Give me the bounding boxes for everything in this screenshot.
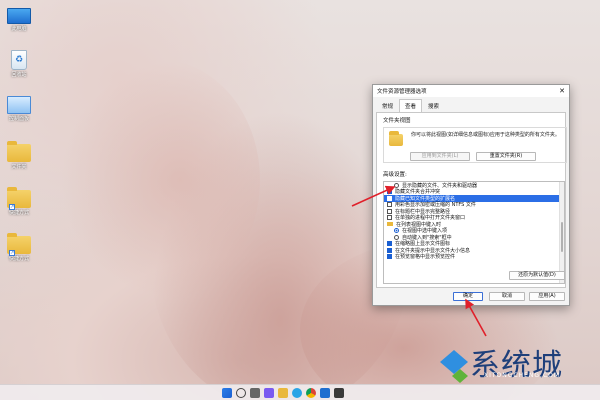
desktop-icon-label: 控制面板: [8, 116, 29, 122]
widgets-icon[interactable]: [264, 388, 274, 398]
logo-diamond-icon: [440, 350, 468, 374]
folder-shortcut-icon: ↗: [7, 187, 31, 210]
apply-to-folders-button[interactable]: 应用到文件夹(L): [410, 152, 470, 161]
checkbox[interactable]: [387, 202, 392, 208]
dialog-title: 文件资源管理器选项: [377, 89, 427, 95]
file-explorer-icon[interactable]: [278, 388, 288, 398]
task-view-icon[interactable]: [250, 388, 260, 398]
desktop-icon-recycle-bin[interactable]: ♻ 回收站: [2, 50, 36, 78]
tab-general[interactable]: 常规: [376, 99, 399, 112]
shortcut-arrow-icon: ↗: [9, 204, 15, 210]
folder-icon: [7, 141, 31, 162]
cancel-button[interactable]: 取消: [489, 292, 525, 301]
close-icon[interactable]: ✕: [555, 87, 569, 95]
desktop-icon-label: 文件夹: [11, 164, 27, 170]
advanced-settings-label: 高级设置:: [383, 172, 407, 178]
radio-button[interactable]: [394, 228, 399, 234]
checkbox[interactable]: [387, 247, 392, 253]
desktop-icon-this-pc[interactable]: 此电脑: [2, 6, 36, 32]
radio-button[interactable]: [394, 234, 399, 240]
radio-button[interactable]: [394, 182, 399, 188]
shortcut-arrow-icon: ↗: [9, 250, 15, 256]
apply-button[interactable]: 应用(A): [529, 292, 565, 301]
advanced-setting-label: 在预览窗格中显示预览控件: [395, 254, 456, 261]
recycle-bin-icon: ♻: [11, 50, 27, 70]
folder-view-group-label: 文件夹视图: [383, 118, 411, 124]
restore-defaults-button[interactable]: 还原为默认值(D): [509, 271, 565, 280]
folder-view-group: 你可以将此视图(如详细信息或图标)应用于这种类型的所有文件夹。 应用到文件夹(L…: [383, 127, 567, 163]
settings-icon[interactable]: [334, 388, 344, 398]
tab-search[interactable]: 搜索: [422, 99, 445, 112]
tab-view[interactable]: 查看: [399, 99, 423, 112]
scrollbar-thumb[interactable]: [561, 222, 563, 252]
desktop-icon-label: 快捷方式: [8, 210, 29, 216]
desktop-icon-control-panel[interactable]: 控制面板: [2, 96, 36, 122]
view-tab-panel: 文件夹视图 你可以将此视图(如详细信息或图标)应用于这种类型的所有文件夹。 应用…: [376, 112, 567, 288]
chrome-icon[interactable]: [306, 388, 316, 398]
advanced-setting-row[interactable]: 在预览窗格中显示预览控件: [384, 254, 564, 261]
desktop-icon-folder-shortcut-2[interactable]: ↗ 快捷方式: [2, 233, 36, 262]
search-icon[interactable]: [236, 388, 246, 398]
desktop-icon-label: 此电脑: [11, 26, 27, 32]
desktop-icon-folder-shortcut-1[interactable]: ↗ 快捷方式: [2, 187, 36, 216]
desktop-icon-label: 回收站: [11, 72, 27, 78]
start-icon[interactable]: [222, 388, 232, 398]
edge-icon[interactable]: [292, 388, 302, 398]
store-icon[interactable]: [320, 388, 330, 398]
advanced-settings-list[interactable]: 显示隐藏的文件、文件夹和驱动器 隐藏文件夹合并冲突 隐藏已知文件类型的扩展名 用彩色显…: [383, 181, 565, 284]
desktop-icon-folder[interactable]: 文件夹: [2, 141, 36, 170]
checkbox[interactable]: [387, 195, 392, 201]
scrollbar[interactable]: [559, 182, 564, 283]
desktop-icon-label: 快捷方式: [8, 256, 29, 262]
checkbox[interactable]: [387, 189, 392, 195]
control-panel-icon: [7, 96, 31, 114]
checkbox[interactable]: [387, 215, 392, 221]
watermark-url: XITONGCHENG.COM: [484, 372, 561, 379]
checkbox[interactable]: [387, 241, 392, 247]
taskbar: [0, 384, 600, 400]
dialog-titlebar[interactable]: 文件资源管理器选项 ✕: [373, 85, 569, 97]
folder-options-dialog: 文件资源管理器选项 ✕ 常规 查看 搜索 文件夹视图 你可以将此视图(如详细信息…: [372, 84, 570, 306]
ok-button[interactable]: 确定: [453, 292, 483, 301]
reset-folders-button[interactable]: 重置文件夹(R): [476, 152, 536, 161]
computer-icon: [7, 8, 31, 24]
dialog-tabs: 常规 查看 搜索: [373, 97, 569, 112]
folder-icon: [387, 222, 393, 227]
checkbox[interactable]: [387, 254, 392, 260]
folder-icon: [389, 131, 403, 146]
folder-shortcut-icon: ↗: [7, 233, 31, 256]
checkbox[interactable]: [387, 208, 392, 214]
folder-view-description: 你可以将此视图(如详细信息或图标)应用于这种类型的所有文件夹。: [411, 132, 560, 138]
